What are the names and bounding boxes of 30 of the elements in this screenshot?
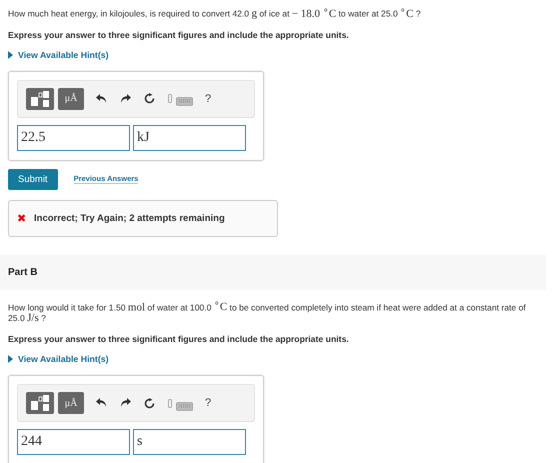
submit-button[interactable]: Submit [8,168,58,190]
hint-link[interactable]: View Available Hint(s) [18,50,109,60]
feedback-message: Incorrect; Try Again; 2 attempts remaining [34,212,225,224]
keyboard-icon[interactable] [176,97,193,106]
caret-icon[interactable] [8,355,13,364]
instruction-text: Express your answer to three significant figures and include the appropriate units. [8,30,350,40]
redo-icon[interactable] [120,94,131,104]
symbols-button[interactable]: μÅ [58,392,84,414]
reset-icon[interactable] [144,398,155,409]
reset-icon[interactable] [144,93,155,104]
units-field[interactable]: s [133,429,246,456]
symbols-button[interactable]: μÅ [58,88,84,110]
error-icon: ✖ [17,212,26,225]
answer-field[interactable]: 22.5 [17,124,130,151]
template-icon[interactable] [26,88,54,110]
caret-icon[interactable] [8,50,13,59]
part-title: Part B [8,266,38,278]
hint-link[interactable]: View Available Hint(s) [18,354,109,364]
bracket-icon[interactable] [168,398,172,408]
undo-icon[interactable] [96,398,107,408]
help-button[interactable]: ? [205,397,212,410]
undo-icon[interactable] [96,94,107,104]
template-icon[interactable] [26,392,54,414]
keyboard-icon[interactable] [176,402,193,411]
help-button[interactable]: ? [205,92,212,105]
redo-icon[interactable] [120,398,131,408]
units-field[interactable]: kJ [133,124,246,151]
bracket-icon[interactable] [168,94,172,104]
instruction-text: Express your answer to three significant figures and include the appropriate units. [8,334,350,344]
answer-field[interactable]: 244 [17,429,130,456]
